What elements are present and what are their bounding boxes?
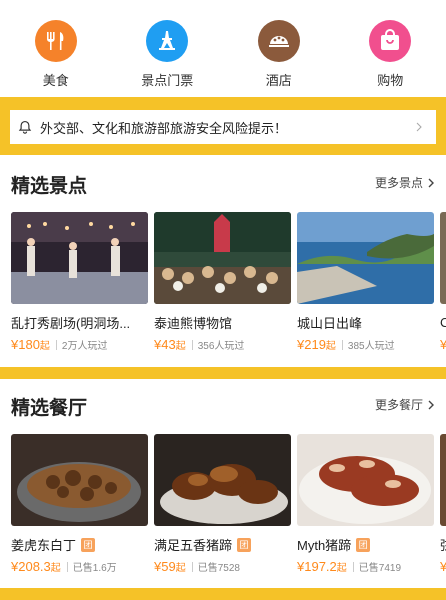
restaurant-price-unit: 起: [50, 563, 61, 574]
fork-knife-icon: [34, 20, 77, 62]
attraction-name: 城山日出峰: [297, 316, 363, 331]
category-row: 美食 景点门票 酒店 购物: [0, 0, 446, 96]
section-divider: [0, 367, 446, 379]
attraction-visits: 356人玩过: [197, 341, 245, 352]
category-tickets[interactable]: 景点门票: [112, 0, 224, 96]
meta-divider: [191, 339, 193, 350]
restaurant-price-unit: 起: [336, 563, 347, 574]
attraction-card[interactable]: C ¥: [440, 212, 446, 362]
attraction-price-unit: 起: [325, 341, 336, 352]
restaurant-photo: [154, 434, 291, 526]
restaurants-title: 精选餐厅: [11, 398, 88, 419]
attraction-visits: 2万人玩过: [61, 341, 108, 352]
shopping-bag-icon: [369, 20, 412, 62]
attractions-list: 乱打秀剧场(明洞场... ¥180 起 2万人玩过 泰迪熊博物馆 ¥43 起 3…: [11, 212, 446, 362]
restaurant-sold: 已售7419: [358, 563, 402, 574]
restaurant-sold: 已售1.6万: [72, 563, 117, 574]
safety-notice[interactable]: 外交部、文化和旅游部旅游安全风险提示！: [10, 110, 436, 144]
group-buy-badge: 团: [356, 537, 371, 552]
attraction-price-unit: 起: [175, 341, 186, 352]
hotel-bed-icon: [257, 20, 300, 62]
category-shopping[interactable]: 购物: [335, 0, 446, 96]
attraction-meta: ¥: [440, 337, 446, 352]
restaurant-card[interactable]: 弦 ¥: [440, 434, 446, 584]
category-food-label: 美食: [42, 73, 69, 88]
category-hotel-label: 酒店: [265, 73, 292, 88]
restaurant-card[interactable]: 满足五香猪蹄 团 ¥59 起 已售7528: [154, 434, 291, 584]
restaurant-photo: [11, 434, 148, 526]
attraction-price: ¥219: [297, 337, 326, 352]
category-shopping-label: 购物: [377, 73, 404, 88]
attraction-card[interactable]: 乱打秀剧场(明洞场... ¥180 起 2万人玩过: [11, 212, 148, 362]
restaurant-price: ¥208.3: [11, 559, 51, 574]
chevron-right-icon: [410, 118, 428, 136]
restaurant-name: 弦: [440, 536, 446, 553]
attraction-meta: ¥219 起 385人玩过: [297, 337, 434, 352]
restaurant-photo: [440, 434, 446, 526]
restaurant-meta: ¥197.2 起 已售7419: [297, 559, 434, 574]
attraction-name: 乱打秀剧场(明洞场...: [11, 316, 131, 331]
attraction-photo: [11, 212, 148, 304]
attraction-card[interactable]: 泰迪熊博物馆 ¥43 起 356人玩过: [154, 212, 291, 362]
more-restaurants-link[interactable]: 更多餐厅: [375, 396, 436, 413]
restaurant-meta: ¥208.3 起 已售1.6万: [11, 559, 148, 574]
restaurant-name-row: Myth猪蹄 团: [297, 536, 434, 553]
restaurant-photo: [297, 434, 434, 526]
restaurant-name: 姜虎东白丁: [11, 538, 77, 553]
more-attractions-label: 更多景点: [374, 176, 423, 190]
meta-divider: [352, 561, 354, 572]
restaurant-meta: ¥59 起 已售7528: [154, 559, 291, 574]
section-divider: [0, 588, 446, 600]
more-restaurants-label: 更多餐厅: [374, 398, 423, 412]
tower-icon: [146, 20, 189, 62]
chevron-right-icon: [428, 400, 434, 409]
restaurants-header: 精选餐厅 更多餐厅: [0, 385, 446, 425]
attraction-price: ¥: [440, 337, 446, 352]
attraction-name: C: [440, 315, 446, 330]
restaurant-price: ¥59: [154, 559, 176, 574]
meta-divider: [66, 561, 68, 572]
attraction-meta: ¥43 起 356人玩过: [154, 337, 291, 352]
group-buy-badge: 团: [237, 537, 252, 552]
restaurant-price-unit: 起: [175, 563, 186, 574]
meta-divider: [191, 561, 193, 572]
more-attractions-link[interactable]: 更多景点: [375, 174, 436, 191]
attraction-price-unit: 起: [39, 341, 50, 352]
restaurant-card[interactable]: 姜虎东白丁 团 ¥208.3 起 已售1.6万: [11, 434, 148, 584]
attractions-header: 精选景点 更多景点: [0, 163, 446, 203]
restaurant-name: Myth猪蹄: [297, 538, 352, 553]
meta-divider: [341, 339, 343, 350]
attraction-meta: ¥180 起 2万人玩过: [11, 337, 148, 352]
attraction-photo: [154, 212, 291, 304]
restaurant-card[interactable]: Myth猪蹄 团 ¥197.2 起 已售7419: [297, 434, 434, 584]
attraction-card[interactable]: 城山日出峰 ¥219 起 385人玩过: [297, 212, 434, 362]
attraction-name: 泰迪熊博物馆: [154, 316, 233, 331]
attraction-price: ¥43: [154, 337, 176, 352]
chevron-right-icon: [428, 178, 434, 187]
attraction-price: ¥180: [11, 337, 40, 352]
category-hotel[interactable]: 酒店: [223, 0, 335, 96]
category-tickets-label: 景点门票: [141, 73, 194, 88]
restaurant-name: 满足五香猪蹄: [154, 538, 233, 553]
attractions-title: 精选景点: [11, 176, 88, 197]
restaurant-sold: 已售7528: [197, 563, 240, 574]
restaurant-name-row: 满足五香猪蹄 团: [154, 536, 291, 553]
restaurant-price: ¥: [440, 559, 446, 574]
notice-text: 外交部、文化和旅游部旅游安全风险提示！: [40, 120, 288, 136]
attraction-photo: [297, 212, 434, 304]
category-food[interactable]: 美食: [0, 0, 112, 96]
attraction-visits: 385人玩过: [347, 341, 395, 352]
bell-icon: [16, 118, 34, 136]
restaurant-price: ¥197.2: [297, 559, 337, 574]
restaurant-name-row: 姜虎东白丁 团: [11, 536, 148, 553]
meta-divider: [55, 339, 57, 350]
restaurants-list: 姜虎东白丁 团 ¥208.3 起 已售1.6万 满足五香猪蹄 团 ¥59 起 已…: [11, 434, 446, 584]
group-buy-badge: 团: [81, 537, 96, 552]
restaurant-meta: ¥: [440, 559, 446, 574]
attraction-photo: [440, 212, 446, 304]
